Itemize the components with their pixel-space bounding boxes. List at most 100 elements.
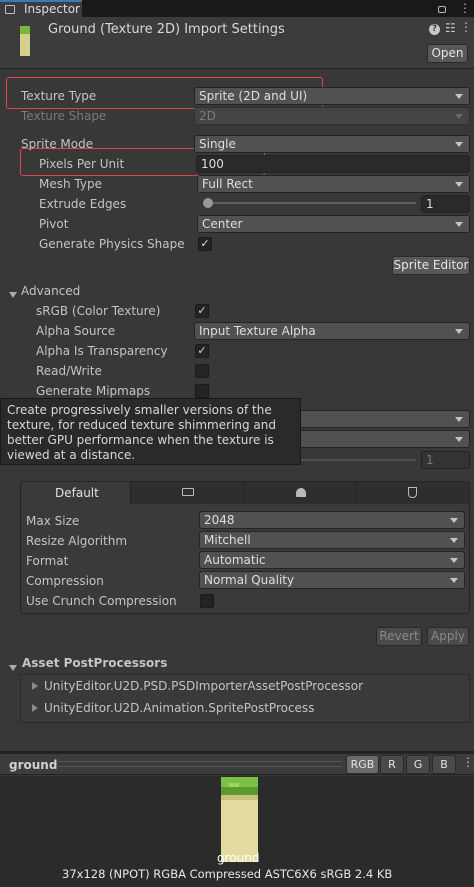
preview-menu-icon[interactable]: ⋮ (462, 755, 474, 769)
advanced-title[interactable]: Advanced (21, 283, 80, 299)
max-size-label: Max Size (26, 514, 80, 528)
chevron-down-icon (455, 94, 463, 99)
alpha-source-dropdown[interactable]: Input Texture Alpha (194, 322, 470, 340)
help-icon[interactable]: ? (429, 24, 440, 35)
revert-button[interactable]: Revert (376, 627, 422, 646)
compression-dropdown[interactable]: Normal Quality (199, 571, 465, 589)
resize-value: Mitchell (204, 533, 251, 547)
alpha-source-value: Input Texture Alpha (199, 324, 316, 338)
format-dropdown[interactable]: Automatic (199, 551, 465, 569)
extrude-edges-field[interactable]: 1 (421, 195, 470, 213)
crunch-checkbox[interactable] (200, 594, 214, 608)
tab-default[interactable]: Default (21, 482, 131, 504)
chevron-down-icon (455, 222, 463, 227)
max-size-dropdown[interactable]: 2048 (199, 511, 465, 529)
format-value: Automatic (204, 553, 266, 567)
postprocessor-item[interactable]: UnityEditor.U2D.PSD.PSDImporterAssetPost… (31, 678, 461, 696)
chevron-down-icon (455, 114, 463, 119)
generate-mipmaps-checkbox[interactable] (195, 384, 209, 398)
chevron-down-icon (455, 182, 463, 187)
chevron-down-icon (450, 558, 458, 563)
inspector-icon (5, 5, 15, 14)
texture-shape-dropdown: 2D (194, 107, 470, 125)
mesh-type-dropdown[interactable]: Full Rect (197, 175, 470, 193)
mesh-type-label: Mesh Type (39, 177, 102, 191)
alpha-transparency-checkbox[interactable]: ✓ (195, 344, 209, 358)
pivot-value: Center (202, 217, 243, 231)
tooltip-text: Create progressively smaller versions of… (7, 403, 276, 462)
max-size-value: 2048 (204, 513, 235, 527)
chevron-down-icon (450, 578, 458, 583)
chevron-down-icon (455, 142, 463, 147)
extrude-slider-thumb[interactable] (203, 198, 213, 208)
texture-thumbnail (20, 26, 30, 56)
preview-name: ground (9, 758, 58, 772)
android-icon (296, 488, 306, 497)
channel-g-button[interactable]: G (406, 755, 430, 774)
chevron-down-icon (455, 329, 463, 334)
generate-physics-checkbox[interactable]: ✓ (198, 237, 212, 251)
chevron-down-icon (450, 518, 458, 523)
sprite-mode-dropdown[interactable]: Single (194, 135, 470, 153)
apply-button[interactable]: Apply (427, 627, 469, 646)
hidden-slider-track (300, 459, 416, 461)
texture-shape-label: Texture Shape (21, 109, 107, 123)
tab-android[interactable] (245, 482, 357, 504)
preview-drag-handle[interactable] (56, 761, 342, 767)
open-button[interactable]: Open (427, 44, 468, 63)
pixels-per-unit-label: Pixels Per Unit (39, 157, 125, 171)
generate-mipmaps-label: Generate Mipmaps (36, 384, 151, 398)
tab-inspector[interactable]: Inspector (0, 0, 82, 17)
resize-dropdown[interactable]: Mitchell (199, 531, 465, 549)
postprocessor-label: UnityEditor.U2D.Animation.SpritePostProc… (44, 701, 315, 715)
pivot-dropdown[interactable]: Center (197, 215, 470, 233)
channel-r-button[interactable]: R (380, 755, 404, 774)
hidden-value-field[interactable]: 1 (421, 451, 470, 469)
pixels-per-unit-field[interactable]: 100 (196, 155, 470, 173)
settings-icon[interactable]: ☷ (445, 21, 456, 35)
compression-value: Normal Quality (204, 573, 295, 587)
chevron-down-icon (450, 538, 458, 543)
postprocessors-foldout-icon[interactable] (9, 660, 17, 674)
resize-label: Resize Algorithm (26, 534, 128, 548)
mesh-type-value: Full Rect (202, 177, 253, 191)
header-title: Ground (Texture 2D) Import Settings (48, 22, 285, 37)
sprite-editor-button[interactable]: Sprite Editor (392, 256, 470, 275)
menu-icon[interactable]: ⋮ (459, 0, 471, 16)
texture-type-dropdown[interactable]: Sprite (2D and UI) (194, 87, 470, 105)
alpha-source-label: Alpha Source (36, 324, 116, 338)
texture-shape-value: 2D (199, 109, 216, 123)
generate-physics-label: Generate Physics Shape (39, 237, 185, 251)
extrude-slider-track[interactable] (203, 202, 416, 204)
triangle-down-icon (9, 292, 17, 298)
srgb-checkbox[interactable]: ✓ (195, 304, 209, 318)
sprite-mode-label: Sprite Mode (21, 137, 94, 151)
pivot-label: Pivot (39, 217, 69, 231)
format-label: Format (26, 554, 69, 568)
more-icon[interactable]: ⋮ (460, 20, 472, 34)
preview-caption: ground (217, 851, 260, 865)
postprocessor-label: UnityEditor.U2D.PSD.PSDImporterAssetPost… (44, 679, 364, 693)
postprocessor-item[interactable]: UnityEditor.U2D.Animation.SpritePostProc… (31, 700, 461, 718)
tab-standalone[interactable] (132, 482, 244, 504)
tab-default-label: Default (55, 486, 99, 500)
monitor-icon (182, 488, 194, 496)
triangle-right-icon (32, 682, 38, 690)
tab-webgl[interactable] (358, 482, 469, 504)
texture-type-value: Sprite (2D and UI) (199, 89, 308, 103)
postprocessors-title[interactable]: Asset PostProcessors (22, 655, 167, 671)
chevron-down-icon (455, 437, 463, 442)
chevron-down-icon (455, 417, 463, 422)
crunch-label: Use Crunch Compression (26, 594, 177, 608)
sprite-mode-value: Single (199, 137, 236, 151)
html5-icon (408, 487, 417, 498)
channel-b-button[interactable]: B (432, 755, 456, 774)
read-write-checkbox[interactable] (195, 364, 209, 378)
compression-label: Compression (26, 574, 104, 588)
channel-rgb-button[interactable]: RGB (346, 755, 379, 774)
texture-type-label: Texture Type (21, 89, 97, 103)
advanced-foldout-icon[interactable] (9, 287, 17, 301)
alpha-transparency-label: Alpha Is Transparency (36, 344, 168, 358)
tab-title: Inspector (24, 2, 80, 16)
lock-icon[interactable] (438, 6, 446, 13)
